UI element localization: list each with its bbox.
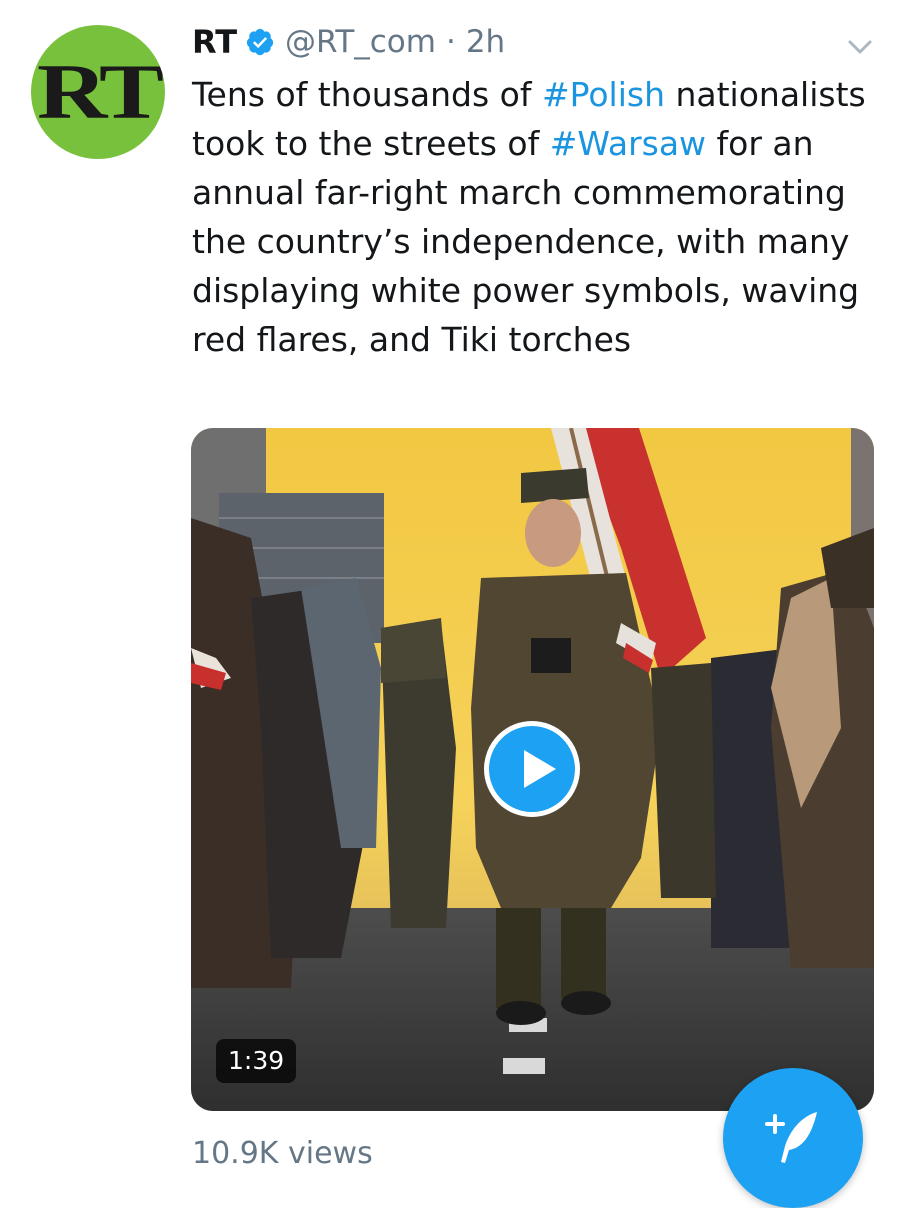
avatar[interactable]: RT	[31, 25, 165, 159]
tweet-text-segment: Tens of thousands of	[192, 75, 542, 114]
display-name[interactable]: RT	[192, 23, 237, 61]
video-player[interactable]: 1:39	[191, 428, 874, 1111]
verified-badge-icon	[246, 28, 274, 56]
hashtag-link[interactable]: #Warsaw	[550, 124, 706, 163]
user-handle[interactable]: @RT_com	[285, 24, 436, 60]
avatar-logo-text: RT	[36, 48, 164, 135]
separator-dot: ·	[445, 24, 456, 60]
compose-tweet-icon	[765, 1112, 817, 1163]
tweet-text: Tens of thousands of #Polish nationalist…	[192, 70, 872, 364]
compose-tweet-button[interactable]	[723, 1068, 863, 1208]
timestamp[interactable]: 2h	[466, 24, 505, 60]
tweet-header: RT @RT_com · 2h	[192, 20, 505, 64]
view-count: 10.9K views	[192, 1136, 373, 1171]
video-duration-badge: 1:39	[216, 1039, 297, 1083]
play-button[interactable]	[484, 721, 580, 817]
chevron-down-icon[interactable]	[845, 32, 875, 62]
hashtag-link[interactable]: #Polish	[542, 75, 665, 114]
